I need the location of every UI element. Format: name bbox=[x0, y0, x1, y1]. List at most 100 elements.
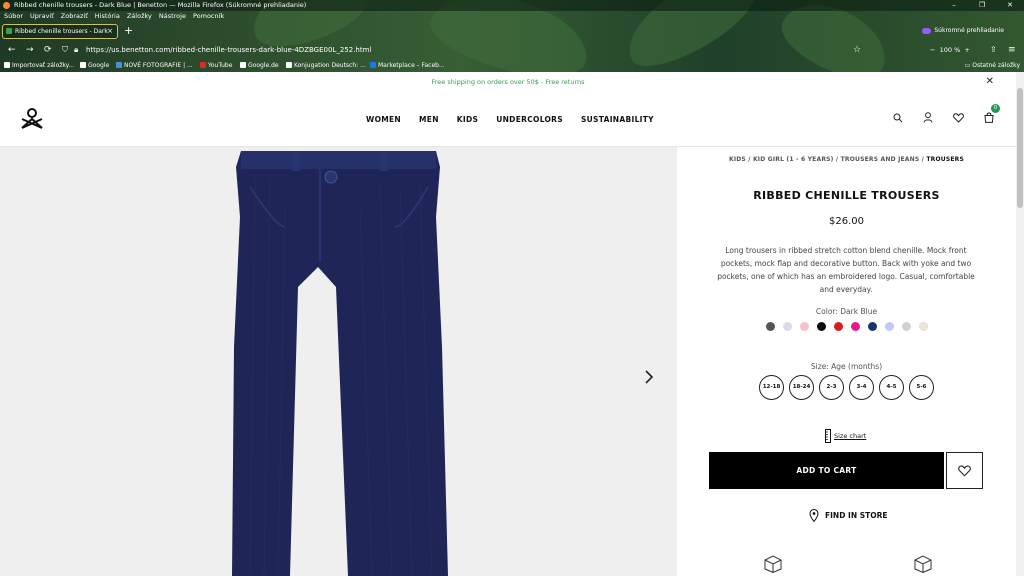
bookmark-item[interactable]: Google bbox=[80, 59, 109, 72]
size-option[interactable]: 3-4 bbox=[849, 375, 874, 400]
menu-file[interactable]: Súbor bbox=[4, 11, 23, 22]
breadcrumb-item[interactable]: KID GIRL (1 - 6 YEARS) bbox=[753, 156, 834, 163]
close-tab-icon[interactable]: × bbox=[107, 25, 113, 38]
url-bar[interactable]: https://us.benetton.com/ribbed-chenille-… bbox=[86, 44, 371, 56]
maximize-button[interactable]: ❐ bbox=[968, 0, 996, 11]
breadcrumb: KIDS / KID GIRL (1 - 6 YEARS) / TROUSERS… bbox=[728, 156, 965, 163]
search-icon[interactable] bbox=[893, 113, 903, 123]
bookmark-item[interactable]: YouTube bbox=[200, 59, 232, 72]
tab-active[interactable]: Ribbed chenille trousers - Dark × bbox=[2, 24, 118, 39]
cart-icon[interactable] bbox=[984, 112, 994, 123]
facebook-icon bbox=[370, 62, 376, 68]
heart-icon bbox=[958, 465, 971, 476]
product-price: $26.00 bbox=[829, 216, 864, 227]
lock-icon[interactable]: 🔒︎ bbox=[74, 44, 78, 56]
zoom-out-button[interactable]: − bbox=[930, 46, 935, 54]
page-scrollbar[interactable] bbox=[1016, 72, 1024, 576]
service-icons bbox=[763, 555, 933, 573]
menu-bar: Súbor Upraviť Zobraziť História Záložky … bbox=[0, 11, 224, 22]
reload-icon[interactable]: ⟳ bbox=[44, 44, 52, 56]
cart-count-badge: 0 bbox=[991, 104, 1000, 113]
shipping-box-icon bbox=[764, 555, 782, 573]
add-to-cart-button[interactable]: ADD TO CART bbox=[709, 452, 944, 489]
window-titlebar: Ribbed chenille trousers - Dark Blue | B… bbox=[0, 0, 1024, 11]
size-option[interactable]: 2-3 bbox=[819, 375, 844, 400]
nav-women[interactable]: WOMEN bbox=[366, 115, 401, 124]
color-swatch[interactable] bbox=[799, 322, 809, 331]
color-swatch[interactable] bbox=[765, 322, 775, 331]
close-window-button[interactable]: ✕ bbox=[996, 0, 1024, 11]
navigation-toolbar: ← → ⟳ ⛉ 🔒︎ https://us.benetton.com/ribbe… bbox=[0, 41, 1024, 59]
benetton-logo[interactable] bbox=[20, 108, 44, 134]
bookmarks-toolbar: Importovať záložky... Google NOVÉ FOTOGR… bbox=[0, 59, 1024, 72]
size-option[interactable]: 12-18 bbox=[759, 375, 784, 400]
import-icon bbox=[4, 62, 10, 68]
size-chart-link[interactable]: Size chart bbox=[825, 429, 866, 443]
scrollbar-thumb[interactable] bbox=[1017, 88, 1023, 208]
size-chart-label[interactable]: Size chart bbox=[834, 432, 866, 440]
tab-title: Ribbed chenille trousers - Dark bbox=[15, 28, 108, 35]
size-option[interactable]: 5-6 bbox=[909, 375, 934, 400]
nav-undercolors[interactable]: UNDERCOLORS bbox=[496, 115, 563, 124]
private-mask-icon bbox=[922, 27, 932, 34]
private-browsing-label: Súkromné prehliadanie bbox=[934, 27, 1004, 34]
nav-sustainability[interactable]: SUSTAINABILITY bbox=[581, 115, 654, 124]
youtube-icon bbox=[200, 62, 206, 68]
bookmark-star-icon[interactable]: ☆ bbox=[853, 44, 861, 56]
extensions-icon[interactable]: ⇪ bbox=[990, 44, 997, 56]
color-swatch[interactable] bbox=[833, 322, 843, 331]
nav-men[interactable]: MEN bbox=[419, 115, 439, 124]
new-tab-button[interactable]: + bbox=[124, 24, 133, 37]
bookmark-item[interactable]: Google.de bbox=[240, 59, 279, 72]
bookmark-item[interactable]: Marketplace – Faceb... bbox=[370, 59, 445, 72]
color-swatch[interactable] bbox=[816, 322, 826, 331]
bookmark-item[interactable]: NOVÉ FOTOGRAFIE | ... bbox=[116, 59, 193, 72]
app-menu-icon[interactable]: ≡ bbox=[1008, 44, 1016, 56]
color-swatch[interactable] bbox=[901, 322, 911, 331]
wishlist-icon[interactable] bbox=[953, 112, 964, 123]
conjugation-icon bbox=[286, 62, 292, 68]
window-title: Ribbed chenille trousers - Dark Blue | B… bbox=[14, 1, 307, 9]
cart[interactable]: 0 bbox=[984, 104, 1000, 123]
back-icon[interactable]: ← bbox=[8, 44, 16, 56]
ruler-icon bbox=[825, 429, 831, 443]
color-swatches bbox=[677, 322, 1016, 331]
color-swatch[interactable] bbox=[850, 322, 860, 331]
color-swatch[interactable] bbox=[782, 322, 792, 331]
close-promo-icon[interactable]: ✕ bbox=[986, 72, 994, 92]
size-option[interactable]: 18-24 bbox=[789, 375, 814, 400]
size-option[interactable]: 4-5 bbox=[879, 375, 904, 400]
menu-bookmarks[interactable]: Záložky bbox=[127, 11, 152, 22]
breadcrumb-item[interactable]: KIDS bbox=[729, 156, 746, 163]
browser-chrome: Ribbed chenille trousers - Dark Blue | B… bbox=[0, 0, 1024, 72]
zoom-level[interactable]: 100 % bbox=[940, 46, 961, 54]
breadcrumb-item[interactable]: TROUSERS AND JEANS bbox=[841, 156, 920, 163]
next-image-icon[interactable] bbox=[644, 369, 654, 385]
add-to-wishlist-button[interactable] bbox=[946, 452, 983, 489]
menu-view[interactable]: Zobraziť bbox=[61, 11, 88, 22]
account-icon[interactable] bbox=[923, 112, 933, 123]
zoom-in-button[interactable]: + bbox=[964, 46, 969, 54]
find-in-store-label[interactable]: FIND IN STORE bbox=[825, 511, 888, 520]
bookmark-item[interactable]: Konjugation Deutsch: ... bbox=[286, 59, 366, 72]
main-navigation: WOMEN MEN KIDS UNDERCOLORS SUSTAINABILIT… bbox=[366, 92, 654, 147]
zoom-controls: − 100 % + bbox=[930, 44, 970, 56]
site-header: WOMEN MEN KIDS UNDERCOLORS SUSTAINABILIT… bbox=[0, 92, 1016, 147]
minimize-button[interactable]: – bbox=[940, 0, 968, 11]
google-icon bbox=[80, 62, 86, 68]
menu-history[interactable]: História bbox=[95, 11, 120, 22]
menu-tools[interactable]: Nástroje bbox=[159, 11, 186, 22]
forward-icon[interactable]: → bbox=[26, 44, 34, 56]
product-info: KIDS / KID GIRL (1 - 6 YEARS) / TROUSERS… bbox=[677, 147, 1016, 576]
other-bookmarks[interactable]: ▭ Ostatné záložky bbox=[965, 59, 1020, 72]
find-in-store-link[interactable]: FIND IN STORE bbox=[809, 509, 888, 522]
color-swatch[interactable] bbox=[884, 322, 894, 331]
color-swatch[interactable] bbox=[918, 322, 928, 331]
menu-edit[interactable]: Upraviť bbox=[30, 11, 54, 22]
color-swatch[interactable] bbox=[867, 322, 877, 331]
breadcrumb-current: TROUSERS bbox=[926, 156, 965, 163]
nav-kids[interactable]: KIDS bbox=[457, 115, 478, 124]
shield-icon[interactable]: ⛉ bbox=[62, 44, 68, 56]
bookmark-item[interactable]: Importovať záložky... bbox=[4, 59, 74, 72]
menu-help[interactable]: Pomocník bbox=[193, 11, 224, 22]
